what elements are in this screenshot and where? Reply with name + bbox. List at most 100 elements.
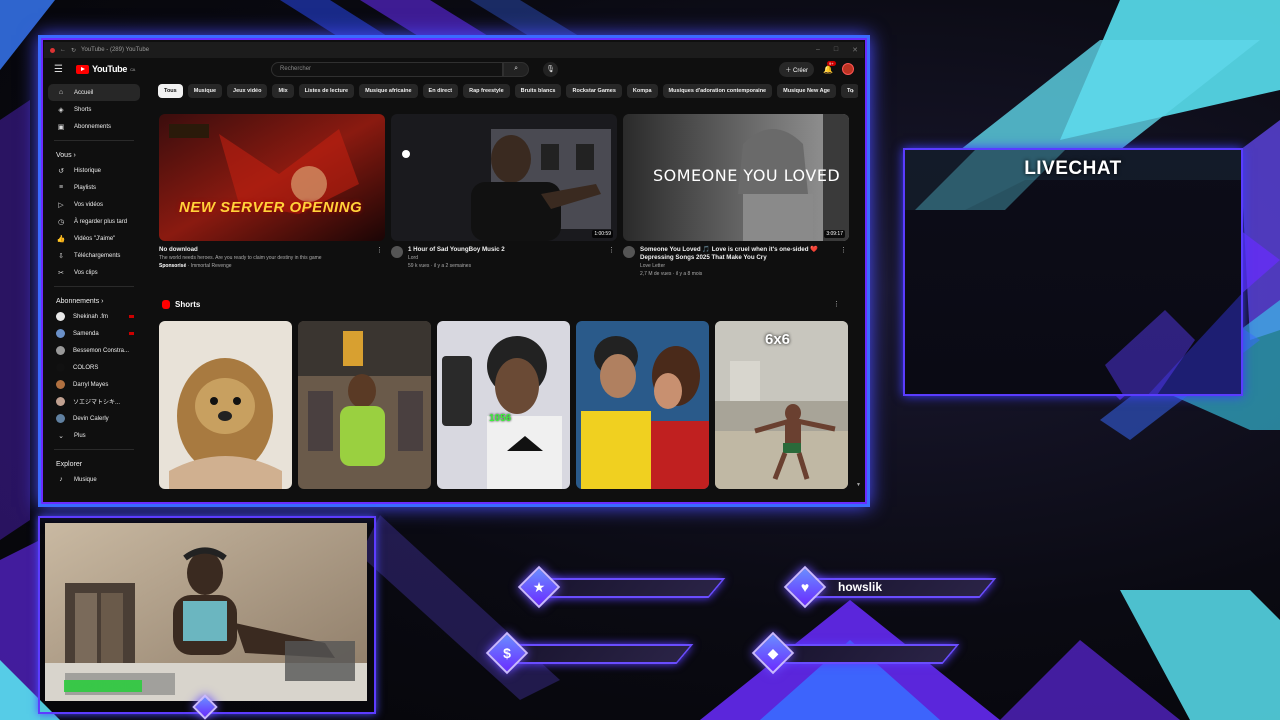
search-icon[interactable]: ⌕ [503, 61, 530, 77]
video-title[interactable]: 1 Hour of Sad YoungBoy Music 2 [408, 246, 505, 254]
short-card[interactable] [298, 321, 431, 489]
video-card[interactable]: 1:00:59 1 Hour of Sad YoungBoy Music 2 Lor… [391, 114, 617, 278]
sidebar-item-abonnements[interactable]: ▣ Abonnements [48, 118, 140, 135]
sidebar-item-you-1[interactable]: ≡ Playlists [48, 179, 140, 196]
short-card[interactable]: 6x6 [715, 321, 848, 489]
shorts-title: Shorts [175, 300, 201, 309]
more-vert-icon[interactable]: ⋮ [840, 246, 847, 254]
tab-title[interactable]: YouTube - (289) YouTube [81, 47, 149, 53]
sidebar-item-you-4[interactable]: 👍 Vidéos "J'aime" [48, 230, 140, 247]
video-title[interactable]: No download [159, 246, 322, 254]
account-avatar[interactable] [842, 63, 854, 75]
sidebar-item-channel[interactable]: Bessemon Constra... [48, 342, 140, 359]
filter-chip[interactable]: Musique New Age [777, 84, 836, 98]
sidebar-item-label: Vos clips [74, 269, 98, 276]
video-channel[interactable]: Lord [408, 254, 505, 262]
sidebar-item-you-0[interactable]: ↺ Historique [48, 162, 140, 179]
shorts-header: Shorts [162, 300, 200, 309]
menu-icon[interactable]: ☰ [54, 64, 68, 75]
filter-chip[interactable]: Jeux vidéo [227, 84, 268, 98]
channel-avatar[interactable] [391, 246, 403, 258]
short-card[interactable] [576, 321, 709, 489]
sidebar-item-label: Devin Calerly [73, 415, 109, 422]
filter-chip[interactable]: Musiques d'adoration contemporaine [662, 84, 773, 98]
filter-chip[interactable]: Tous [158, 84, 183, 98]
filter-chip[interactable]: To [840, 84, 858, 98]
chevron-right-icon[interactable]: › [851, 86, 854, 95]
sidebar-item-you-3[interactable]: ◷ À regarder plus tard [48, 213, 140, 230]
sidebar-item-label: Abonnements [74, 123, 112, 130]
diamond-icon: ◆ [767, 644, 779, 661]
reload-icon[interactable]: ↻ [71, 47, 76, 54]
more-vert-icon[interactable]: ⋮ [833, 300, 840, 308]
sidebar-item-more[interactable]: ⌄ Plus [48, 427, 140, 444]
channel-avatar[interactable] [623, 246, 635, 258]
youtube-play-icon [76, 64, 89, 74]
sidebar-item-you-2[interactable]: ▷ Vos vidéos [48, 196, 140, 213]
livechat-title: LIVECHAT [1024, 158, 1122, 179]
sidebar-item-accueil[interactable]: ⌂ Accueil [48, 84, 140, 101]
chip-bar: Tous Musique Jeux vidéo Mix Listes de lectur… [158, 84, 858, 98]
alert-bar [799, 578, 997, 598]
create-button[interactable]: ＋ Créer [779, 61, 815, 77]
video-card[interactable]: SOMEONE YOU LOVED 3:09:17 Someone You Love… [623, 114, 849, 278]
sidebar-item-channel[interactable]: ソエジマトシキ... [48, 393, 140, 410]
video-channel[interactable]: Love Letter [640, 262, 849, 270]
webcam-image [45, 523, 367, 701]
sidebar-section-explore: Explorer [56, 461, 83, 468]
sidebar-item-channel[interactable]: Darryl Mayes [48, 376, 140, 393]
channel-avatar [56, 312, 65, 321]
sidebar-item-channel[interactable]: Samenda [48, 325, 140, 342]
video-thumbnail[interactable]: NEW SERVER OPENING [159, 114, 385, 241]
more-vert-icon[interactable]: ⋮ [376, 246, 383, 254]
youtube-logo[interactable]: YouTube CA [76, 64, 135, 74]
video-title[interactable]: Someone You Loved 🎵 Love is cruel when i… [640, 246, 849, 262]
sidebar-item-label: Bessemon Constra... [73, 347, 130, 354]
alert-bar [501, 644, 694, 664]
more-vert-icon[interactable]: ⋮ [608, 246, 615, 254]
maximize-icon[interactable]: □ [834, 46, 838, 54]
filter-chip[interactable]: Musique [187, 84, 223, 98]
sidebar-section-subscriptions[interactable]: Abonnements › [48, 292, 140, 308]
chevron-down-icon: ⌄ [58, 432, 64, 440]
sidebar-divider [54, 286, 134, 287]
sidebar-item-label: Vidéos "J'aime" [74, 235, 116, 242]
sidebar-item-channel[interactable]: COLORS [48, 359, 140, 376]
browser-titlebar: ← ↻ YouTube - (289) YouTube – □ ✕ [44, 42, 864, 58]
sidebar-item-channel[interactable]: Shekinah .fm [48, 308, 140, 325]
filter-chip[interactable]: Listes de lecture [298, 84, 355, 98]
short-card[interactable]: 1056 [437, 321, 570, 489]
sidebar-item-you-5[interactable]: ⇩ Téléchargements [48, 247, 140, 264]
scroll-down-icon[interactable]: ▼ [856, 482, 861, 488]
sidebar-item-label: Plus [74, 432, 86, 439]
filter-chip[interactable]: Rockstar Games [566, 84, 622, 98]
search-input[interactable]: Rechercher [271, 61, 504, 77]
filter-chip[interactable]: Mix [272, 84, 294, 98]
short-card[interactable] [159, 321, 292, 489]
filter-chip[interactable]: Musique africaine [359, 84, 418, 98]
video-text: 1 Hour of Sad YoungBoy Music 2 Lord 59 k v… [408, 246, 505, 270]
video-card[interactable]: NEW SERVER OPENING No download The world n… [159, 114, 385, 278]
logo-region: CA [130, 66, 136, 72]
back-icon[interactable]: ← [60, 47, 66, 53]
section-title: Abonnements [56, 298, 100, 305]
notifications-icon[interactable]: 🔔 9+ [823, 60, 836, 74]
video-thumbnail[interactable]: 1:00:59 [391, 114, 617, 241]
mic-icon[interactable]: 🎙 [543, 61, 559, 77]
video-channel[interactable]: The world needs heroes. Are you ready to… [159, 254, 322, 262]
filter-chip[interactable]: Rap freestyle [463, 84, 510, 98]
filter-chip[interactable]: Kompa [626, 84, 658, 98]
filter-chip[interactable]: Bruits blancs [514, 84, 562, 98]
minimize-icon[interactable]: – [816, 46, 820, 54]
sidebar-item-channel[interactable]: Devin Calerly [48, 410, 140, 427]
star-icon: ★ [532, 578, 546, 595]
sidebar-section-you[interactable]: Vous › [48, 146, 140, 162]
filter-chip[interactable]: En direct [422, 84, 459, 98]
liked-videos-icon: 👍 [56, 235, 66, 243]
video-thumbnail[interactable]: SOMEONE YOU LOVED 3:09:17 [623, 114, 849, 241]
close-icon[interactable]: ✕ [852, 46, 858, 54]
sidebar-item-label: ソエジマトシキ... [73, 400, 121, 406]
sidebar-item-you-6[interactable]: ✂ Vos clips [48, 264, 140, 281]
sidebar-item-shorts[interactable]: ◈ Shorts [48, 101, 140, 118]
sidebar-item-music[interactable]: ♪ Musique [48, 471, 140, 488]
